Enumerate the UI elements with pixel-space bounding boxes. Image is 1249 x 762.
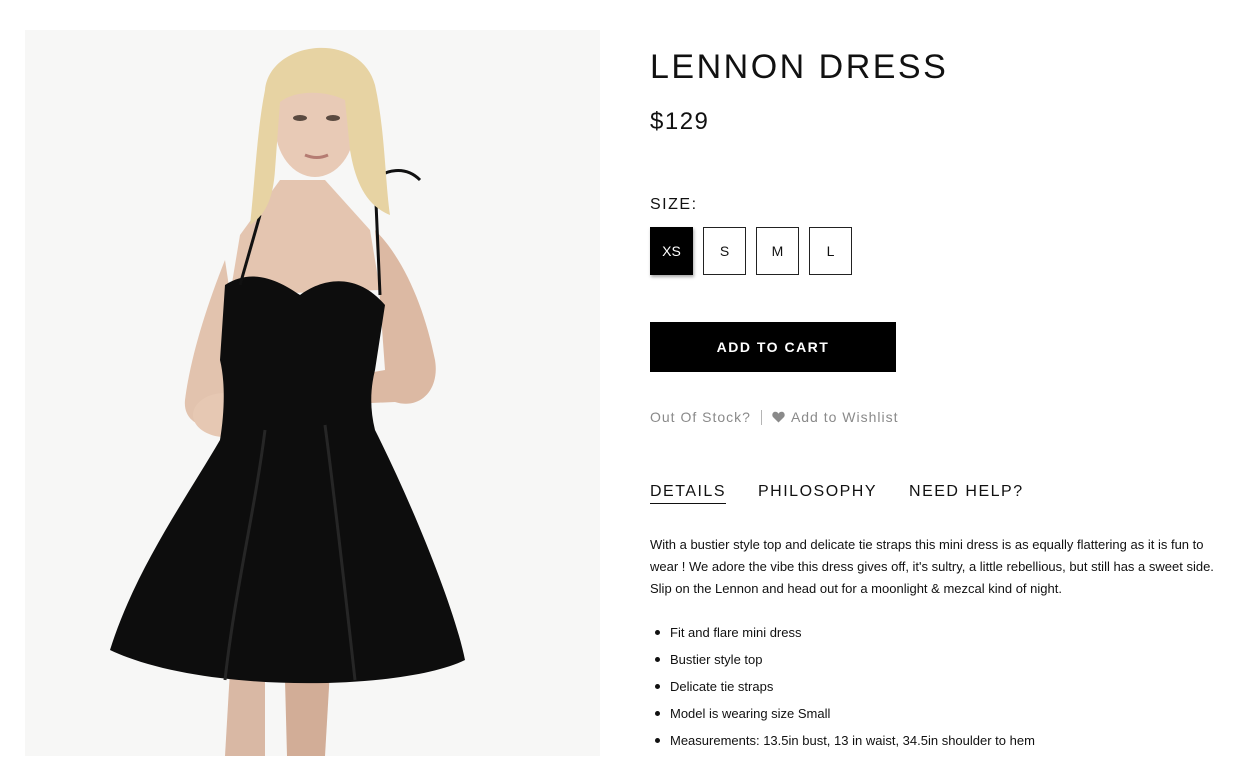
size-option-l[interactable]: L	[809, 227, 852, 275]
wishlist-label: Add to Wishlist	[790, 409, 899, 425]
add-to-cart-button[interactable]: ADD TO CART	[650, 322, 896, 372]
product-description: With a bustier style top and delicate ti…	[650, 537, 1214, 596]
tab-need-help[interactable]: NEED HELP?	[909, 483, 1024, 504]
size-label: SIZE:	[650, 196, 698, 213]
list-item: Delicate tie straps	[650, 676, 1035, 703]
list-item: Model is wearing size Small	[650, 703, 1035, 730]
add-to-wishlist-link[interactable]: Add to Wishlist	[772, 409, 899, 425]
product-price: $129	[650, 108, 710, 135]
size-option-s[interactable]: S	[703, 227, 746, 275]
out-of-stock-link[interactable]: Out Of Stock?	[650, 409, 751, 425]
tab-details[interactable]: DETAILS	[650, 483, 726, 504]
size-option-xs[interactable]: XS	[650, 227, 693, 275]
list-item: Measurements: 13.5in bust, 13 in waist, …	[650, 730, 1035, 757]
product-image[interactable]	[25, 30, 600, 756]
stock-wishlist-links: Out Of Stock? Add to Wishlist	[650, 409, 899, 425]
product-title: LENNON DRESS	[650, 48, 949, 86]
list-item: Fit and flare mini dress	[650, 622, 1035, 649]
product-info-tabs: DETAILS PHILOSOPHY NEED HELP?	[650, 483, 1024, 504]
model-illustration	[110, 47, 465, 756]
heart-icon	[772, 411, 785, 423]
link-divider	[760, 409, 762, 425]
list-item: Bustier style top	[650, 649, 1035, 676]
tab-philosophy[interactable]: PHILOSOPHY	[758, 483, 877, 504]
size-option-m[interactable]: M	[756, 227, 799, 275]
product-features-list: Fit and flare mini dress Bustier style t…	[650, 622, 1035, 757]
size-selector: XS S M L	[650, 227, 852, 275]
